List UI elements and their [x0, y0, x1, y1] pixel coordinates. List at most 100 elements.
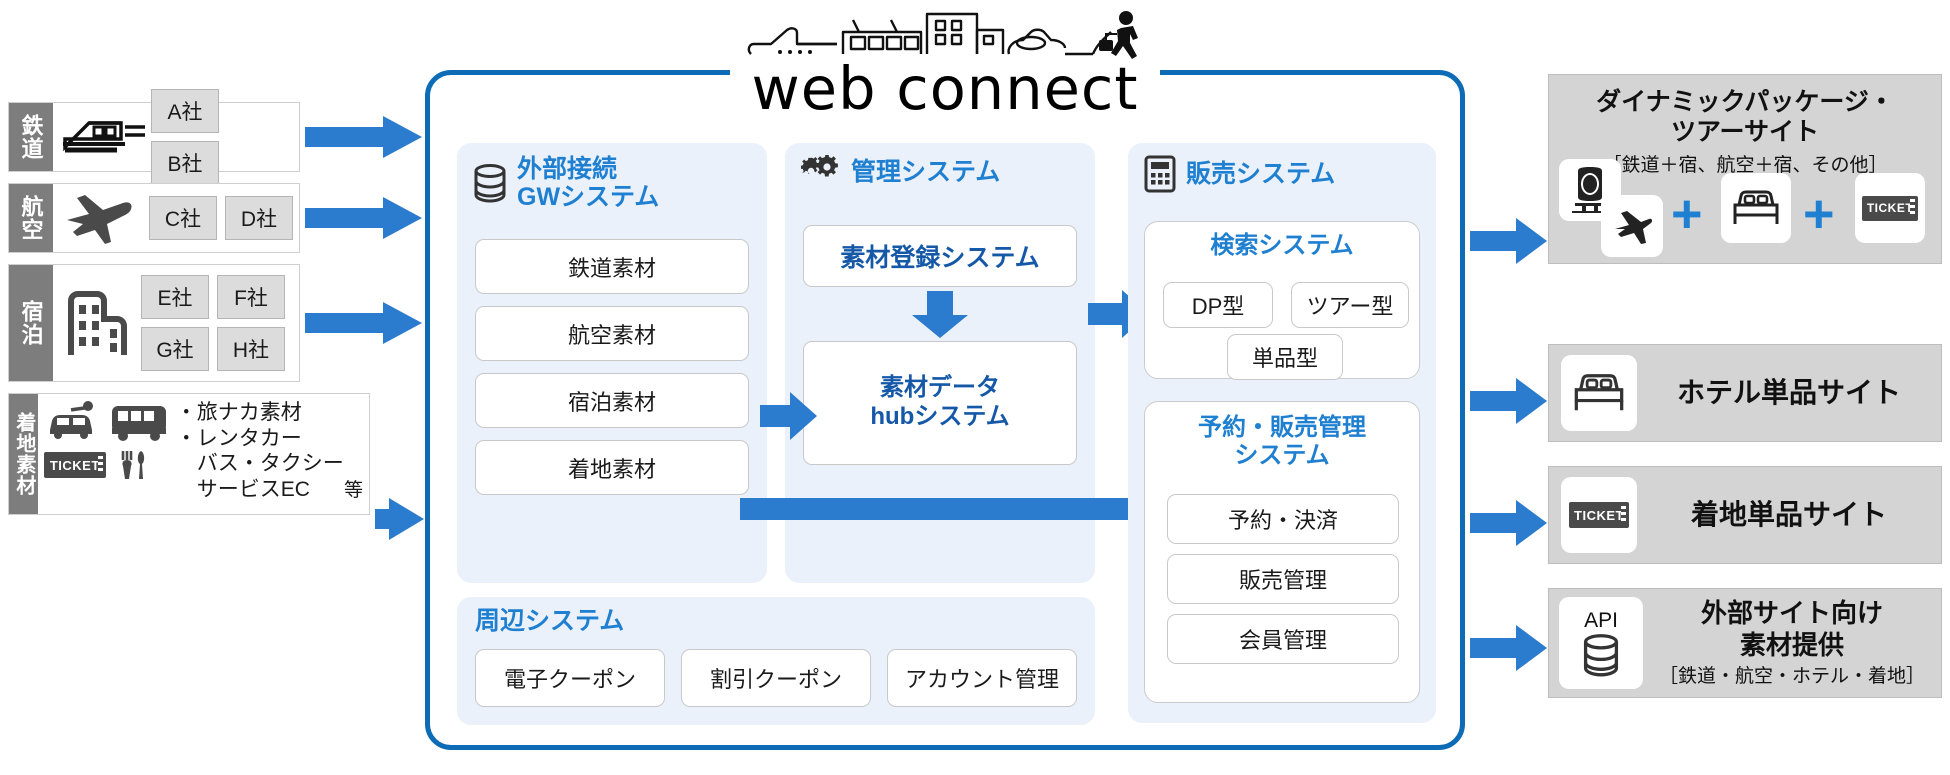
search-system-title: 検索システム: [1210, 232, 1354, 259]
company-chip[interactable]: G社: [141, 327, 209, 371]
peripheral-item-account-mgmt[interactable]: アカウント管理: [887, 649, 1077, 707]
source-tab-label: 鉄道: [18, 114, 44, 160]
peripheral-panel-title: 周辺システム: [475, 607, 625, 635]
plus-sign-2: +: [1803, 184, 1835, 244]
list-item: ・レンタカー: [175, 426, 302, 450]
reservation-item-member-mgmt[interactable]: 会員管理: [1167, 614, 1399, 664]
destination-site-title: 着地単品サイト: [1690, 499, 1887, 531]
company-chip[interactable]: H社: [217, 327, 285, 371]
ticket-icon: TICKET: [1569, 502, 1629, 528]
gateway-title-line1: 外部接続: [517, 155, 618, 183]
list-item: ・旅ナカ素材: [175, 401, 302, 424]
api-provision-title: 外部サイト向け 素材提供: [1643, 598, 1941, 660]
etc-label: 等: [343, 479, 363, 501]
arrow-lodging-to-gateway: [305, 302, 423, 344]
list-item: サービスEC: [175, 477, 310, 501]
dp-title-line1: ダイナミックパッケージ・: [1596, 88, 1894, 116]
bus-icon: [111, 406, 166, 441]
sales-panel-title: 販売システム: [1186, 160, 1336, 188]
source-row-rail: 鉄道 A社 B社: [8, 89, 300, 185]
arrow-to-dynamic-package: [1470, 218, 1548, 264]
diagram-canvas: 鉄道 A社 B社 航空 C社 D社 宿泊 E社 F社 G社 H社 着地素材 TI…: [0, 0, 1950, 775]
search-type-dp[interactable]: DP型: [1163, 282, 1273, 328]
api-label: API: [1584, 608, 1618, 632]
ticket-icon-tile: TICKET: [1855, 173, 1925, 243]
api-database-icon-tile: API: [1559, 597, 1643, 689]
arrow-to-destination-site: [1470, 500, 1548, 546]
gateway-item-lodging[interactable]: 宿泊素材: [475, 373, 749, 428]
bed-icon: [1574, 374, 1624, 411]
reservation-item-payment[interactable]: 予約・決済: [1167, 494, 1399, 544]
plus-sign-1: +: [1671, 184, 1703, 244]
bed-icon: [1733, 190, 1779, 224]
reservation-item-sales-mgmt[interactable]: 販売管理: [1167, 554, 1399, 604]
building-icon: [59, 283, 135, 363]
source-tab-label: 航空: [18, 195, 44, 241]
api-title-line1: 外部サイト向け: [1700, 598, 1883, 629]
material-data-hub-system[interactable]: 素材データ hubシステム: [803, 341, 1077, 465]
rail-company-chips: A社 B社: [151, 89, 293, 185]
source-tab-label: 着地素材: [12, 412, 35, 496]
web-connect-logo: web connect: [730, 6, 1160, 123]
arrow-air-to-gateway: [305, 197, 423, 239]
company-chip[interactable]: C社: [149, 196, 217, 240]
source-tab-lodging: 宿泊: [9, 265, 53, 381]
database-icon: [1583, 633, 1619, 676]
bed-icon-tile: [1721, 173, 1791, 243]
list-item: バス・タクシー: [175, 452, 344, 476]
source-tab-label: 宿泊: [18, 300, 44, 346]
material-registration-system[interactable]: 素材登録システム: [803, 225, 1077, 287]
calculator-icon: [1144, 155, 1176, 193]
source-tab-rail: 鉄道: [9, 103, 53, 171]
search-type-tour[interactable]: ツアー型: [1291, 282, 1409, 328]
airplane-icon: [59, 190, 137, 246]
air-company-chips: C社 D社: [149, 196, 293, 240]
ticket-icon: TICKET: [1862, 195, 1918, 221]
output-card-destination-site[interactable]: TICKET 着地単品サイト: [1548, 466, 1942, 564]
sales-panel-header: 販売システム: [1128, 143, 1436, 193]
logo-wordmark: web connect: [751, 53, 1139, 123]
output-card-dynamic-package[interactable]: ダイナミックパッケージ・ ツアーサイト ［鉄道＋宿、航空＋宿、その他］ + + …: [1548, 74, 1942, 264]
output-card-hotel-site[interactable]: ホテル単品サイト: [1548, 344, 1942, 442]
destination-material-list: ・旅ナカ素材 ・レンタカー バス・タクシー サービスEC 等: [176, 400, 363, 502]
gateway-panel-title: 外部接続 GWシステム: [517, 155, 659, 211]
ticket-icon: TICKET: [43, 452, 106, 478]
gateway-panel: 外部接続 GWシステム 鉄道素材 航空素材 宿泊素材 着地素材: [457, 143, 767, 583]
gateway-panel-header: 外部接続 GWシステム: [457, 143, 767, 211]
hub-title-line2: hubシステム: [870, 403, 1010, 430]
gateway-item-air[interactable]: 航空素材: [475, 306, 749, 361]
search-type-single[interactable]: 単品型: [1227, 334, 1343, 380]
gateway-title-line2: GWシステム: [517, 183, 660, 211]
peripheral-item-e-coupon[interactable]: 電子クーポン: [475, 649, 665, 707]
gateway-item-destination[interactable]: 着地素材: [475, 440, 749, 495]
database-icon: [474, 164, 506, 203]
sales-panel: 販売システム 検索システム DP型 ツアー型 単品型 予約・販売管理 システム …: [1128, 143, 1436, 723]
reservation-management-subpanel: 予約・販売管理 システム 予約・決済 販売管理 会員管理: [1144, 401, 1420, 703]
company-chip[interactable]: D社: [225, 196, 293, 240]
peripheral-item-discount-coupon[interactable]: 割引クーポン: [681, 649, 871, 707]
taxi-icon: [49, 401, 93, 439]
company-chip[interactable]: F社: [217, 275, 285, 319]
arrow-to-api-provision: [1470, 625, 1548, 671]
company-chip[interactable]: E社: [141, 275, 209, 319]
hotel-site-title: ホテル単品サイト: [1676, 377, 1901, 409]
api-provision-subtitle: ［鉄道・航空・ホテル・着地］: [1658, 665, 1925, 687]
output-card-api-provision[interactable]: API 外部サイト向け 素材提供 ［鉄道・航空・ホテル・着地］: [1548, 588, 1942, 698]
company-chip[interactable]: A社: [151, 89, 219, 133]
airplane-icon: [1615, 211, 1653, 244]
company-chip[interactable]: B社: [151, 141, 219, 185]
bed-icon-tile: [1561, 355, 1637, 431]
lodging-company-chips: E社 F社 G社 H社: [141, 275, 293, 371]
arrow-rail-to-gateway: [305, 116, 423, 158]
bullet-train-icon: [59, 113, 151, 161]
management-panel-header: 管理システム: [785, 143, 1095, 189]
source-row-lodging: 宿泊 E社 F社 G社 H社: [8, 264, 300, 382]
arrow-destination-to-gateway: [375, 498, 425, 540]
management-panel-title: 管理システム: [851, 158, 1001, 186]
gateway-item-rail[interactable]: 鉄道素材: [475, 239, 749, 294]
dynamic-package-title: ダイナミックパッケージ・ ツアーサイト: [1549, 75, 1941, 147]
gears-icon: [801, 155, 838, 177]
hub-title-line1: 素材データ: [880, 374, 1000, 402]
source-tab-air: 航空: [9, 184, 53, 252]
arrow-to-hotel-site: [1470, 378, 1548, 424]
